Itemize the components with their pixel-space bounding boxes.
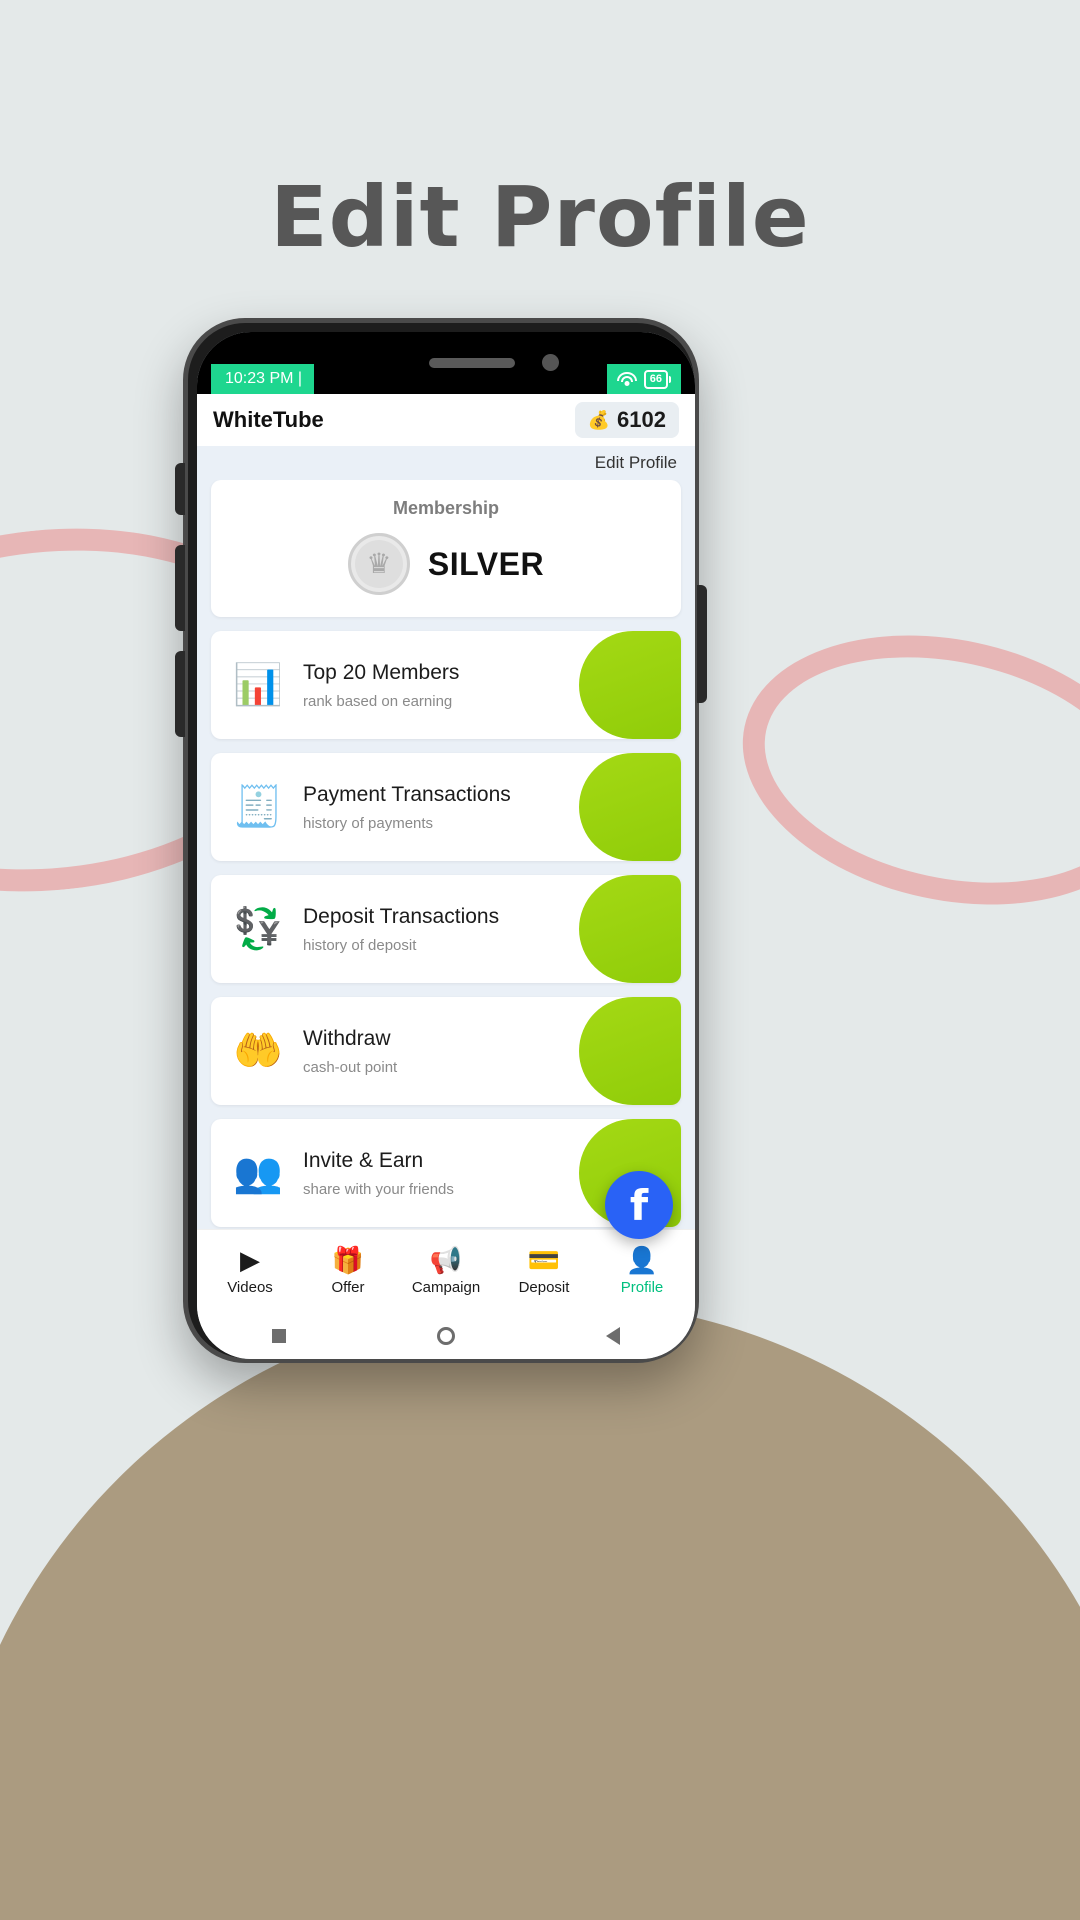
invite-users-icon: 👥: [233, 1151, 283, 1195]
video-play-icon: ▶: [240, 1245, 260, 1275]
page-root: Edit Profile WhiteTube 💰 6102 Edit Profi…: [0, 0, 1080, 1920]
menu-scroll-area[interactable]: Membership ♛ SILVER 📊 Top 20 Members rank …: [197, 480, 695, 1229]
phone-mute-button: [175, 463, 185, 515]
membership-tier: SILVER: [427, 545, 545, 582]
status-bar-indicators: 66: [606, 364, 681, 394]
wallet-deposit-icon: 💳: [527, 1245, 561, 1275]
subheader: Edit Profile: [197, 446, 695, 480]
menu-item-subtitle: cash-out point: [303, 1058, 398, 1076]
menu-item-accent-arc: [579, 753, 681, 861]
phone-screen: WhiteTube 💰 6102 Edit Profile Membership: [197, 332, 695, 1359]
menu-item-text: Deposit Transactions history of deposit: [303, 905, 499, 954]
nav-item-label: Videos: [227, 1279, 273, 1296]
crown-medal-icon: ♛: [347, 533, 410, 595]
membership-card: Membership ♛ SILVER: [211, 480, 681, 617]
menu-item-subtitle: share with your friends: [303, 1180, 454, 1198]
menu-item[interactable]: 🧾 Payment Transactions history of payments: [211, 753, 681, 861]
menu-item[interactable]: 🤲 Withdraw cash-out point: [211, 997, 681, 1105]
coin-balance-value: 6102: [617, 407, 666, 432]
coin-stack-icon: 💰: [587, 409, 611, 430]
phone-volume-up-button: [175, 545, 185, 631]
gift-offer-icon: 🎁: [331, 1245, 365, 1275]
menu-item[interactable]: 📊 Top 20 Members rank based on earning: [211, 631, 681, 739]
nav-item-label: Campaign: [411, 1279, 481, 1296]
menu-item-text: Withdraw cash-out point: [303, 1027, 397, 1076]
menu-item-title: Invite & Earn: [303, 1148, 424, 1172]
app-header: WhiteTube 💰 6102: [197, 394, 695, 446]
app-name: WhiteTube: [213, 407, 324, 432]
android-system-nav: [197, 1313, 695, 1359]
crown-glyph: ♛: [366, 548, 392, 579]
menu-item-accent-arc: [579, 997, 681, 1105]
phone-power-button: [697, 585, 707, 703]
nav-item-offer[interactable]: 🎁 Offer: [302, 1247, 394, 1296]
menu-item-accent-arc: [579, 631, 681, 739]
deposit-refresh-icon: 💱: [233, 907, 283, 951]
page-title: Edit Profile: [270, 168, 810, 266]
facebook-icon[interactable]: f: [605, 1171, 673, 1239]
nav-item-label: Profile: [620, 1279, 664, 1296]
menu-item-text: Top 20 Members rank based on earning: [303, 661, 459, 710]
status-bar-time: 10:23 PM |: [211, 364, 315, 394]
square-recents-icon[interactable]: [272, 1329, 287, 1343]
bottom-navigation: ▶ Videos 🎁 Offer 📢 Campaign 💳 Deposit 👤 Profile: [197, 1229, 695, 1313]
nav-item-deposit[interactable]: 💳 Deposit: [498, 1247, 590, 1296]
battery-icon: 66: [643, 369, 671, 389]
battery-cap: [669, 375, 671, 383]
earpiece-speaker: [429, 358, 515, 368]
membership-row: ♛ SILVER: [211, 533, 681, 595]
nav-item-campaign[interactable]: 📢 Campaign: [400, 1247, 492, 1296]
phone-mockup: WhiteTube 💰 6102 Edit Profile Membership: [175, 318, 707, 1363]
menu-item-subtitle: history of deposit: [303, 936, 417, 954]
menu-item-accent-arc: [579, 875, 681, 983]
withdraw-hand-cash-icon: 🤲: [233, 1029, 283, 1073]
nav-item-label: Offer: [331, 1279, 365, 1296]
decorative-hill: [0, 1300, 1080, 1920]
triangle-back-icon[interactable]: [605, 1327, 620, 1345]
phone-volume-down-button: [175, 651, 185, 737]
menu-item-subtitle: rank based on earning: [303, 692, 453, 710]
menu-item-text: Payment Transactions history of payments: [303, 783, 511, 832]
nav-item-profile[interactable]: 👤 Profile: [596, 1247, 688, 1296]
megaphone-campaign-icon: 📢: [429, 1245, 463, 1275]
battery-level: 66: [643, 369, 668, 389]
menu-item-title: Payment Transactions: [303, 782, 511, 806]
circle-home-icon[interactable]: [436, 1327, 455, 1345]
menu-item-title: Top 20 Members: [303, 660, 460, 684]
person-profile-icon: 👤: [625, 1245, 659, 1275]
decorative-ribbon-right: [717, 599, 1080, 941]
front-camera: [542, 354, 559, 371]
menu-item-text: Invite & Earn share with your friends: [303, 1149, 454, 1198]
nav-item-videos[interactable]: ▶ Videos: [204, 1247, 296, 1296]
bar-chart-crown-icon: 📊: [233, 663, 283, 707]
menu-item[interactable]: 💱 Deposit Transactions history of deposit: [211, 875, 681, 983]
nav-item-label: Deposit: [518, 1279, 570, 1296]
membership-label: Membership: [392, 498, 500, 518]
coin-balance-badge[interactable]: 💰 6102: [574, 402, 679, 438]
menu-item-title: Withdraw: [303, 1026, 391, 1050]
edit-profile-link[interactable]: Edit Profile: [595, 453, 677, 473]
wifi-icon: [616, 371, 637, 387]
payment-receipt-icon: 🧾: [233, 785, 283, 829]
menu-item-title: Deposit Transactions: [303, 904, 500, 928]
menu-list: 📊 Top 20 Members rank based on earning 🧾 Pay…: [211, 631, 681, 1229]
menu-item-subtitle: history of payments: [303, 814, 434, 832]
